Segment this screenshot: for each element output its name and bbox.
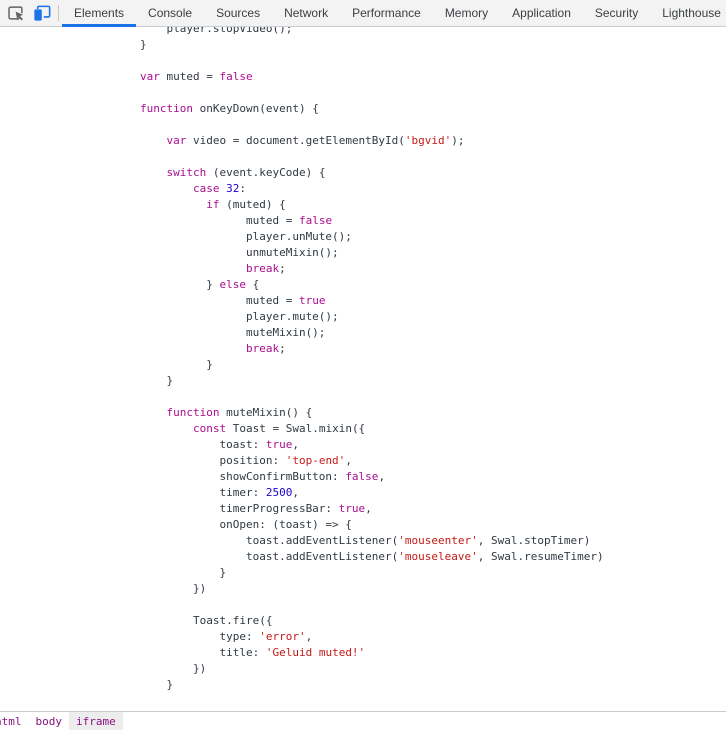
code-line: timer: 2500, — [140, 485, 726, 501]
code-line: onOpen: (toast) => { — [140, 517, 726, 533]
code-line: break; — [140, 341, 726, 357]
devtools-tabs: ElementsConsoleSourcesNetworkPerformance… — [62, 0, 726, 26]
code-line: position: 'top-end', — [140, 453, 726, 469]
code-line: } — [140, 37, 726, 53]
tab-lighthouse[interactable]: Lighthouse — [650, 0, 726, 26]
code-line: toast.addEventListener('mouseleave', Swa… — [140, 549, 726, 565]
code-line — [140, 597, 726, 613]
tab-elements[interactable]: Elements — [62, 0, 136, 26]
code-line: type: 'error', — [140, 629, 726, 645]
code-line: Toast.fire({ — [140, 613, 726, 629]
tab-console[interactable]: Console — [136, 0, 204, 26]
code-line: } — [140, 677, 726, 693]
toolbar-icons — [0, 0, 62, 26]
tab-network[interactable]: Network — [272, 0, 340, 26]
devtools-tabbar: ElementsConsoleSourcesNetworkPerformance… — [0, 0, 726, 27]
code-line — [140, 389, 726, 405]
code-line: } — [140, 565, 726, 581]
code-line: var video = document.getElementById('bgv… — [140, 133, 726, 149]
code-line: if (muted) { — [140, 197, 726, 213]
code-line: muted = true — [140, 293, 726, 309]
code-line: toast.addEventListener('mouseenter', Swa… — [140, 533, 726, 549]
breadcrumb-item-body[interactable]: body — [29, 712, 70, 730]
code-line: case 32: — [140, 181, 726, 197]
toolbar-separator — [58, 5, 59, 21]
code-line: muteMixin(); — [140, 325, 726, 341]
inspect-element-icon — [7, 4, 25, 22]
code-line: toast: true, — [140, 437, 726, 453]
code-line: player.mute(); — [140, 309, 726, 325]
elements-panel: player.stopVideo();} var muted = false fun… — [0, 27, 726, 711]
script-source[interactable]: player.stopVideo();} var muted = false fun… — [0, 27, 726, 693]
tab-memory[interactable]: Memory — [433, 0, 500, 26]
code-line: break; — [140, 261, 726, 277]
code-line — [140, 53, 726, 69]
code-line: function onKeyDown(event) { — [140, 101, 726, 117]
breadcrumb-bar: htmlbodyiframe — [0, 711, 726, 730]
code-line: } else { — [140, 277, 726, 293]
code-line: const Toast = Swal.mixin({ — [140, 421, 726, 437]
code-line: switch (event.keyCode) { — [140, 165, 726, 181]
code-line: } — [140, 357, 726, 373]
code-line: timerProgressBar: true, — [140, 501, 726, 517]
code-line — [140, 85, 726, 101]
code-line: player.stopVideo(); — [140, 27, 726, 37]
code-line: muted = false — [140, 213, 726, 229]
breadcrumb-item-html[interactable]: html — [0, 712, 29, 730]
tab-performance[interactable]: Performance — [340, 0, 433, 26]
tab-security[interactable]: Security — [583, 0, 650, 26]
devtools-window: ElementsConsoleSourcesNetworkPerformance… — [0, 0, 726, 730]
code-line — [140, 149, 726, 165]
code-line: unmuteMixin(); — [140, 245, 726, 261]
code-line: showConfirmButton: false, — [140, 469, 726, 485]
code-line: title: 'Geluid muted!' — [140, 645, 726, 661]
inspect-element-button[interactable] — [3, 0, 29, 26]
code-line: function muteMixin() { — [140, 405, 726, 421]
tab-application[interactable]: Application — [500, 0, 583, 26]
code-line: }) — [140, 661, 726, 677]
device-toolbar-icon — [33, 4, 51, 22]
device-toolbar-button[interactable] — [29, 0, 55, 26]
code-line: var muted = false — [140, 69, 726, 85]
code-line: } — [140, 373, 726, 389]
tab-sources[interactable]: Sources — [204, 0, 272, 26]
code-line: player.unMute(); — [140, 229, 726, 245]
code-line — [140, 117, 726, 133]
code-line: }) — [140, 581, 726, 597]
breadcrumb-item-iframe[interactable]: iframe — [69, 712, 123, 730]
